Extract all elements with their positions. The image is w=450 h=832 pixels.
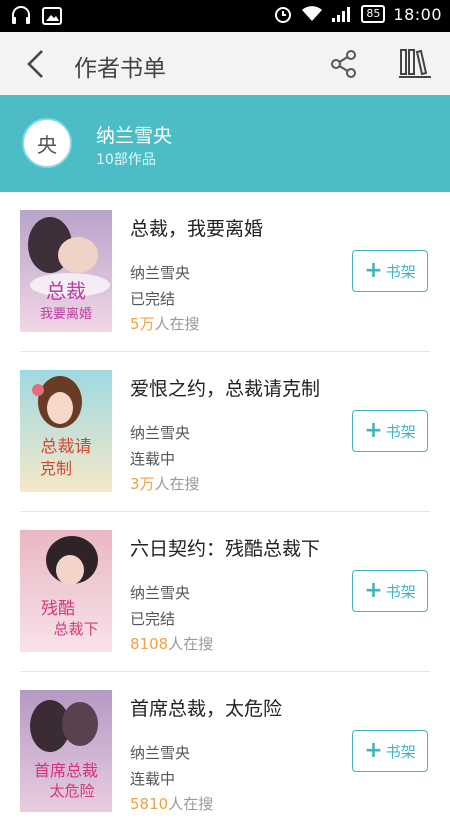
book-author: 纳兰雪央 <box>130 264 191 282</box>
add-to-shelf-button[interactable]: + 书架 <box>352 570 428 612</box>
book-title[interactable]: 首席总裁，太危险 <box>130 694 282 721</box>
book-title[interactable]: 六日契约：残酷总裁下 <box>130 534 320 561</box>
book-status: 连载中 <box>130 770 176 788</box>
avatar: 央 <box>22 118 72 168</box>
book-title[interactable]: 总裁，我要离婚 <box>130 214 263 241</box>
svg-text:总裁下: 总裁下 <box>53 620 98 638</box>
book-status: 已完结 <box>130 290 176 308</box>
book-author: 纳兰雪央 <box>130 584 191 602</box>
author-name: 纳兰雪央 <box>96 125 173 147</box>
svg-text:残酷: 残酷 <box>41 599 75 619</box>
book-title[interactable]: 爱恨之约，总裁请克制 <box>130 374 320 401</box>
headset-icon <box>12 6 30 24</box>
clock: 18:00 <box>393 4 442 24</box>
author-works-count: 10部作品 <box>96 152 156 168</box>
page-title: 作者书单 <box>74 56 166 82</box>
image-icon <box>42 7 62 25</box>
book-status: 连载中 <box>130 450 176 468</box>
svg-text:总裁请: 总裁请 <box>41 437 92 457</box>
svg-text:太危险: 太危险 <box>49 782 94 800</box>
share-icon[interactable] <box>329 49 359 79</box>
bookshelf-icon[interactable] <box>398 46 432 80</box>
battery-indicator: 85 <box>361 5 386 23</box>
author-header: 央 纳兰雪央 10部作品 <box>0 95 450 192</box>
book-cover[interactable]: 总裁请 克制 <box>20 370 112 492</box>
plus-icon: + <box>364 258 383 283</box>
status-bar: 85 18:00 <box>0 0 450 32</box>
wifi-icon <box>302 6 323 21</box>
book-cover[interactable]: 残酷 总裁下 <box>20 530 112 652</box>
add-to-shelf-button[interactable]: + 书架 <box>352 730 428 772</box>
book-search-count: 8108人在搜 <box>130 635 214 653</box>
book-cover[interactable]: 首席总裁 太危险 <box>20 690 112 812</box>
svg-text:克制: 克制 <box>40 459 72 478</box>
svg-text:首席总裁: 首席总裁 <box>34 761 98 780</box>
book-author: 纳兰雪央 <box>130 744 191 762</box>
book-item[interactable]: 总裁请 克制 爱恨之约，总裁请克制 纳兰雪央 连载中 3万人在搜 + 书架 <box>0 352 450 512</box>
plus-icon: + <box>364 578 383 603</box>
add-to-shelf-button[interactable]: + 书架 <box>352 410 428 452</box>
book-cover[interactable]: 总裁 我要离婚 <box>20 210 112 332</box>
alarm-icon <box>275 7 292 23</box>
book-search-count: 3万人在搜 <box>130 475 200 493</box>
book-author: 纳兰雪央 <box>130 424 191 442</box>
book-search-count: 5万人在搜 <box>130 315 200 333</box>
toolbar: 作者书单 <box>0 32 450 96</box>
book-item[interactable]: 总裁 我要离婚 总裁，我要离婚 纳兰雪央 已完结 5万人在搜 + 书架 <box>0 192 450 352</box>
add-to-shelf-button[interactable]: + 书架 <box>352 250 428 292</box>
plus-icon: + <box>364 738 383 763</box>
book-status: 已完结 <box>130 610 176 628</box>
signal-icon <box>332 7 351 22</box>
svg-text:我要离婚: 我要离婚 <box>40 306 92 322</box>
back-icon[interactable] <box>22 48 50 80</box>
book-item[interactable]: 残酷 总裁下 六日契约：残酷总裁下 纳兰雪央 已完结 8108人在搜 + 书架 <box>0 512 450 672</box>
book-search-count: 5810人在搜 <box>130 795 214 813</box>
book-item[interactable]: 首席总裁 太危险 首席总裁，太危险 纳兰雪央 连载中 5810人在搜 + 书架 <box>0 672 450 832</box>
plus-icon: + <box>364 418 383 443</box>
svg-text:总裁: 总裁 <box>46 279 86 303</box>
